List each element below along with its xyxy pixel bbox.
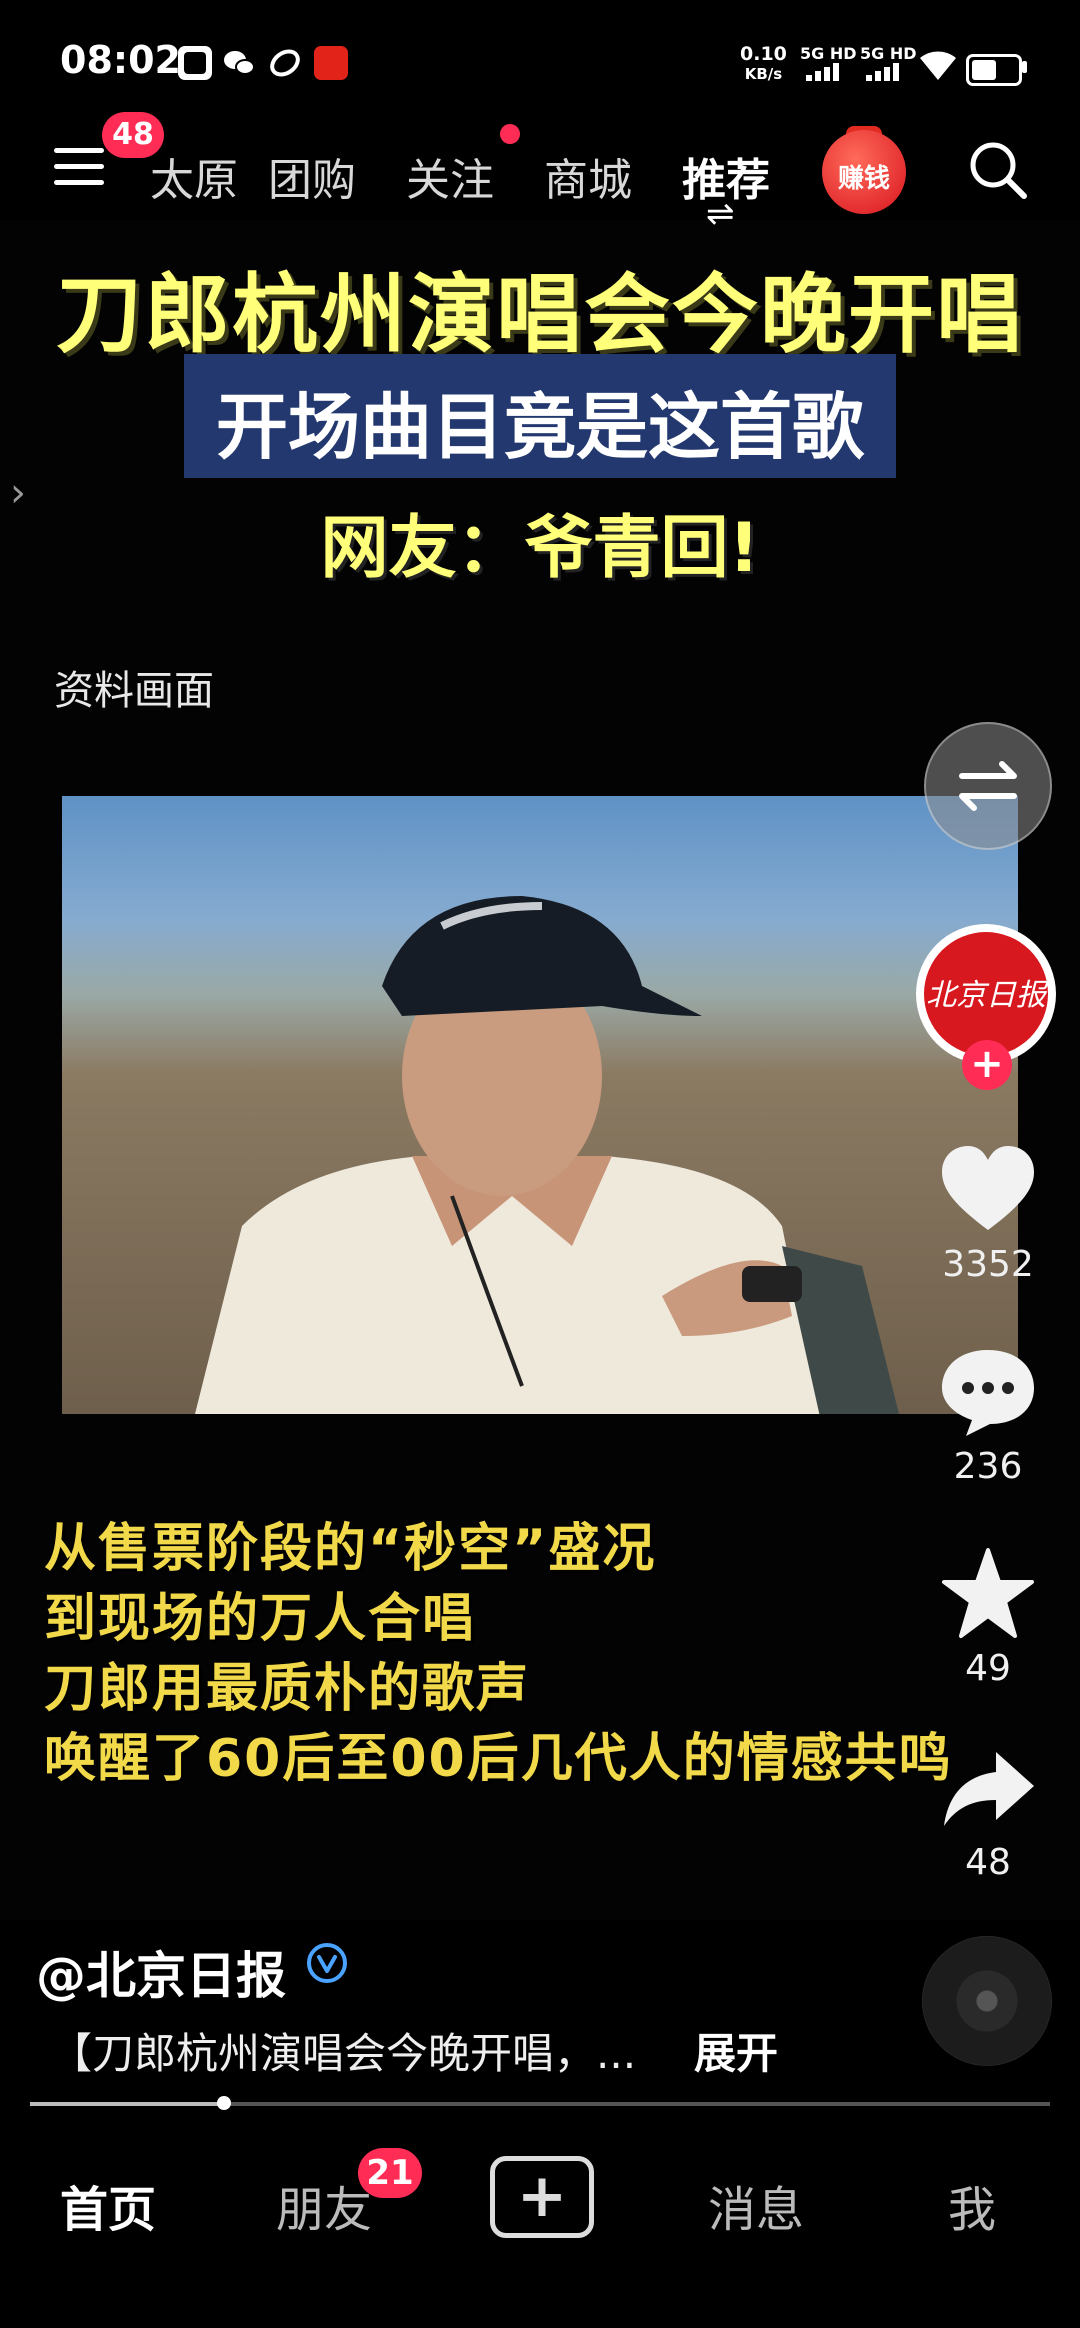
follow-notification-dot bbox=[500, 124, 520, 144]
swap-screen-button[interactable] bbox=[924, 722, 1052, 850]
follow-plus-button[interactable]: + bbox=[962, 1040, 1012, 1090]
author-name[interactable]: @北京日报 bbox=[36, 1936, 286, 2008]
battery-tip bbox=[1022, 61, 1027, 73]
search-icon[interactable] bbox=[966, 138, 1030, 202]
comment-icon[interactable] bbox=[936, 1342, 1040, 1442]
nav-messages[interactable]: 消息 bbox=[648, 2170, 864, 2240]
share-count: 48 bbox=[965, 1842, 1011, 1883]
friends-badge: 21 bbox=[358, 2148, 422, 2198]
signal-icon bbox=[866, 62, 906, 82]
post-description: 【刀郎杭州演唱会今晚开唱，... bbox=[50, 2029, 637, 2078]
star-icon[interactable] bbox=[936, 1544, 1040, 1644]
link-icon bbox=[268, 46, 302, 80]
switch-arrows-icon: ⇌ bbox=[706, 194, 735, 234]
video-quote: 网友：爷青回! bbox=[320, 509, 760, 588]
caption-line: 刀郎用最质朴的歌声 bbox=[44, 1659, 531, 1719]
red-app-icon bbox=[314, 46, 348, 80]
archive-footage-label: 资料画面 bbox=[54, 668, 214, 714]
tab-group-buy[interactable]: 团购 bbox=[268, 144, 356, 208]
like-count: 3352 bbox=[942, 1244, 1034, 1285]
network-speed: 0.10 KB/s bbox=[740, 43, 787, 83]
caption-line: 唤醒了60后至00后几代人的情感共鸣 bbox=[44, 1729, 953, 1789]
tab-follow[interactable]: 关注 bbox=[406, 144, 494, 208]
sim1-label: 5G HD bbox=[800, 44, 857, 63]
video-subtitle: 开场曲目竟是这首歌 bbox=[215, 385, 864, 469]
nav-me[interactable]: 我 bbox=[864, 2170, 1080, 2240]
tab-mall[interactable]: 商城 bbox=[544, 144, 632, 208]
menu-icon[interactable] bbox=[54, 148, 104, 192]
verified-badge-icon bbox=[306, 1942, 348, 1984]
status-time: 08:02 bbox=[60, 38, 181, 82]
favorite-count: 49 bbox=[965, 1648, 1011, 1689]
heart-icon[interactable] bbox=[936, 1140, 1040, 1240]
plus-icon: + bbox=[516, 2161, 568, 2231]
nav-home[interactable]: 首页 bbox=[0, 2170, 216, 2240]
caption-line: 从售票阶段的“秒空”盛况 bbox=[44, 1519, 657, 1579]
earn-label: 赚钱 bbox=[837, 164, 890, 194]
wifi-icon bbox=[918, 48, 958, 82]
sim2-label: 5G HD bbox=[860, 44, 917, 63]
video-photo bbox=[62, 796, 1018, 1414]
avatar-logo-text: 北京日报 bbox=[926, 978, 1046, 1013]
comment-count: 236 bbox=[953, 1446, 1023, 1487]
music-disc-icon[interactable] bbox=[922, 1936, 1052, 2066]
wechat-icon bbox=[222, 46, 256, 80]
chevron-right-icon[interactable]: › bbox=[10, 470, 26, 516]
tab-local[interactable]: 太原 bbox=[150, 144, 238, 208]
kuaishou-app-icon bbox=[178, 46, 212, 80]
signal-icon bbox=[806, 62, 846, 82]
caption-line: 到现场的万人合唱 bbox=[44, 1589, 477, 1649]
singer-illustration bbox=[195, 896, 899, 1414]
expand-button[interactable]: 展开 bbox=[694, 2020, 778, 2081]
video-progress-bar[interactable] bbox=[30, 2102, 1050, 2106]
battery-icon bbox=[966, 54, 1022, 86]
video-title: 刀郎杭州演唱会今晚开唱 bbox=[56, 265, 1024, 365]
share-arrow-icon[interactable] bbox=[936, 1740, 1040, 1840]
progress-handle[interactable] bbox=[216, 2096, 231, 2110]
